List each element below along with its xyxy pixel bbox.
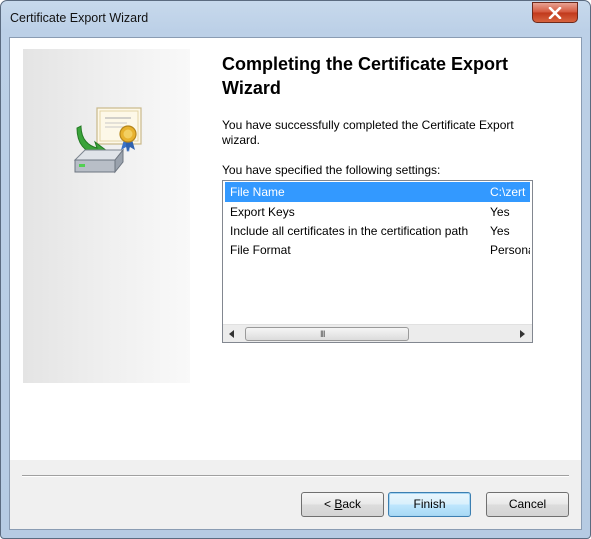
settings-listbox[interactable]: File Name C:\zert Export Keys Yes Includ… [222,180,533,343]
title-bar[interactable]: Certificate Export Wizard [1,1,590,37]
setting-value: Yes [490,205,510,219]
wizard-page: Completing the Certificate Export Wizard… [10,38,581,460]
scrollbar-thumb[interactable]: III [245,327,409,341]
completion-description: You have successfully completed the Cert… [222,118,514,147]
cancel-button[interactable]: Cancel [486,492,569,517]
setting-value: Yes [490,224,510,238]
finish-button[interactable]: Finish [388,492,471,517]
settings-row-include-all-certificates[interactable]: Include all certificates in the certific… [225,221,530,241]
close-icon [548,6,562,19]
settings-label: You have specified the following setting… [222,163,441,177]
certificate-export-icon [73,107,142,174]
settings-row-export-keys[interactable]: Export Keys Yes [225,202,530,222]
close-button[interactable] [532,2,578,23]
wizard-window: Certificate Export Wizard Completing the… [0,0,591,539]
footer-separator [22,475,569,477]
back-button-prefix: < [323,497,335,511]
scroll-right-icon[interactable] [520,330,525,338]
back-button[interactable]: < Back [301,492,384,517]
window-title: Certificate Export Wizard [10,11,149,25]
back-button-rest: ack [342,497,362,511]
page-title: Completing the Certificate Export Wizard [222,54,509,98]
horizontal-scrollbar[interactable]: III [223,324,532,342]
setting-key: File Format [230,243,291,257]
scroll-left-icon[interactable] [229,330,234,338]
setting-value: C:\zert [490,185,526,199]
setting-key: File Name [230,185,285,199]
scrollbar-grip-icon: III [320,329,325,339]
setting-value: Persona [490,243,530,257]
setting-key: Export Keys [230,205,295,219]
setting-key: Include all certificates in the certific… [230,224,469,238]
settings-row-file-format[interactable]: File Format Persona [225,240,530,260]
settings-list: File Name C:\zert Export Keys Yes Includ… [223,181,532,324]
wizard-side-banner [23,49,190,383]
wizard-client-area: Completing the Certificate Export Wizard… [9,37,582,530]
settings-row-file-name[interactable]: File Name C:\zert [225,182,530,202]
